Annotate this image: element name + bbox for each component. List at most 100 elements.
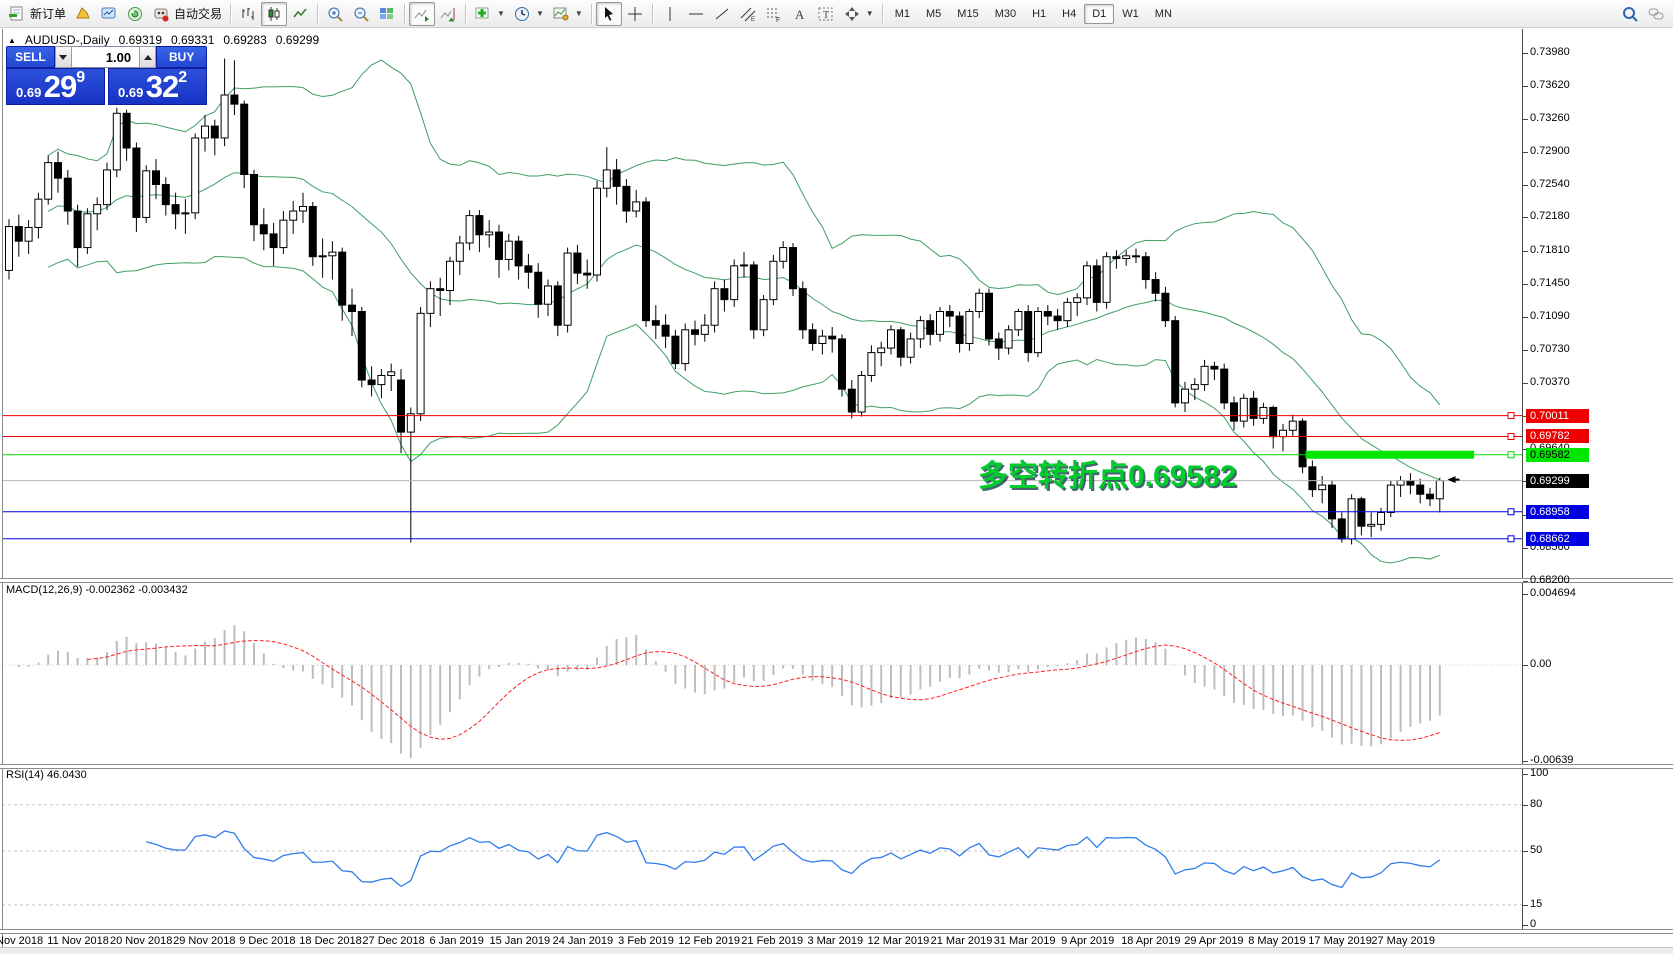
tick-mark <box>1523 284 1528 286</box>
price-axis[interactable]: 0.73980 0.73620 0.73260 0.72900 0.72540 0.721… <box>1523 0 1673 954</box>
periods-dropdown[interactable]: ▼ <box>509 2 548 26</box>
data-window-icon[interactable] <box>96 2 122 26</box>
chevron-down-icon: ▼ <box>497 9 505 18</box>
new-order-label: 新订单 <box>30 7 67 21</box>
arrows-dropdown[interactable]: ▼ <box>839 2 878 26</box>
buy-price-pip: 2 <box>178 68 188 86</box>
crosshair-icon <box>627 6 642 21</box>
price-tick: 0.73620 <box>1530 78 1570 91</box>
timeframe-w1[interactable]: W1 <box>1114 4 1147 24</box>
toolbar-separator <box>317 3 319 24</box>
sell-button[interactable]: SELL <box>6 46 55 68</box>
bar-chart-icon[interactable] <box>235 2 261 26</box>
text-label-icon: T <box>818 7 833 21</box>
symbol-period-label: AUDUSD-,Daily <box>24 33 110 47</box>
price-tick: 0.71450 <box>1530 277 1570 290</box>
chevron-down-icon: ▼ <box>535 9 544 18</box>
autotrading-button[interactable]: 自动交易 <box>148 2 226 26</box>
volume-decrease-button[interactable] <box>54 46 73 68</box>
chart-canvas[interactable] <box>0 0 1673 954</box>
symbol-header: ▲ AUDUSD-,Daily 0.69319 0.69331 0.69283 … <box>8 33 319 47</box>
tick-mark <box>1523 774 1528 775</box>
timeframe-m1[interactable]: M1 <box>887 4 918 24</box>
buy-price-button[interactable]: 0.69 32 2 <box>108 68 207 105</box>
toolbar: 新订单 自动交易 ▼ ▼ ▼ E F A T ▼ M1 M5 M15 M30 H… <box>0 0 1673 28</box>
price-tick: 0.72900 <box>1530 144 1570 157</box>
price-tick: 0.72180 <box>1530 210 1570 223</box>
toolbar-separator <box>881 3 883 24</box>
chat-icon[interactable] <box>1643 2 1669 26</box>
timeframe-m5[interactable]: M5 <box>918 4 949 24</box>
horizontal-line-tool[interactable] <box>683 2 709 26</box>
buy-button[interactable]: BUY <box>156 46 207 68</box>
svg-text:T: T <box>823 10 829 21</box>
collapse-panel-icon[interactable]: ▲ <box>8 36 16 45</box>
timeframe-m15[interactable]: M15 <box>949 4 986 24</box>
timeframe-m30[interactable]: M30 <box>987 4 1024 24</box>
channel-icon: E <box>740 7 756 23</box>
buy-price-main: 32 <box>145 69 179 104</box>
price-tag: 0.68662 <box>1526 531 1589 546</box>
chevron-down-icon: ▼ <box>865 9 874 18</box>
pane-divider-macd[interactable] <box>0 578 1673 583</box>
svg-text:E: E <box>751 17 755 23</box>
fibonacci-tool[interactable]: F <box>761 2 787 26</box>
toolbar-separator <box>651 3 653 24</box>
cursor-tool[interactable] <box>595 1 622 26</box>
price-tag: 0.69782 <box>1526 429 1589 444</box>
crosshair-tool[interactable] <box>622 2 648 26</box>
text-icon: A <box>795 7 805 22</box>
tick-mark <box>1523 349 1528 351</box>
price-tick: 0.72540 <box>1530 177 1570 190</box>
indicators-dropdown[interactable]: ▼ <box>470 2 509 26</box>
timeframe-d1[interactable]: D1 <box>1084 3 1115 24</box>
price-tick: 0.68200 <box>1530 574 1570 586</box>
search-icon[interactable] <box>1617 2 1643 26</box>
tile-windows-icon[interactable] <box>374 2 400 26</box>
open-value: 0.69319 <box>118 33 162 47</box>
fibonacci-icon: F <box>766 8 780 23</box>
trendline-tool[interactable] <box>709 2 735 26</box>
timeframe-mn[interactable]: MN <box>1147 4 1180 24</box>
line-chart-icon[interactable] <box>287 2 313 26</box>
new-chart-icon[interactable] <box>70 2 96 26</box>
macd-tick: 0.004694 <box>1530 587 1576 600</box>
horizontal-line-icon <box>688 13 703 14</box>
high-value: 0.69331 <box>171 33 215 47</box>
clock-icon <box>514 6 529 21</box>
price-tag: 0.69582 <box>1526 447 1589 462</box>
text-label-tool[interactable]: T <box>813 2 839 26</box>
chart-frame-left <box>2 29 3 947</box>
macd-tick: -0.00639 <box>1530 754 1574 767</box>
sell-price-button[interactable]: 0.69 29 9 <box>6 68 105 105</box>
indicators-icon <box>475 7 489 18</box>
zoom-in-icon[interactable] <box>322 2 348 26</box>
vertical-line-tool[interactable] <box>657 2 683 26</box>
toolbar-separator <box>230 3 232 24</box>
autotrading-label: 自动交易 <box>174 7 223 21</box>
zoom-out-icon[interactable] <box>348 2 374 26</box>
text-tool[interactable]: A <box>787 2 813 26</box>
auto-scroll-icon[interactable] <box>409 1 436 26</box>
tick-mark <box>1523 217 1528 219</box>
rsi-tick: 80 <box>1530 798 1543 810</box>
timeframe-h4[interactable]: H4 <box>1054 4 1084 24</box>
signals-icon[interactable] <box>122 2 148 26</box>
chart-text-object[interactable]: 多空转折点0.69582 <box>978 451 1236 495</box>
volume-increase-button[interactable] <box>139 46 157 68</box>
one-click-trading-panel: SELL BUY 0.69 29 9 0.69 32 2 <box>6 46 207 105</box>
tick-mark <box>1523 53 1528 54</box>
equidistant-channel-tool[interactable]: E <box>735 2 761 26</box>
macd-label: MACD(12,26,9) -0.002362 -0.003432 <box>6 584 188 596</box>
tick-mark <box>1523 184 1528 186</box>
timeframe-h1[interactable]: H1 <box>1024 4 1054 24</box>
close-value: 0.69299 <box>275 33 320 47</box>
templates-dropdown[interactable]: ▼ <box>548 2 587 26</box>
candlestick-chart-icon[interactable] <box>261 1 288 26</box>
volume-input[interactable] <box>72 46 140 68</box>
pane-divider-rsi[interactable] <box>0 764 1673 769</box>
new-order-button[interactable]: 新订单 <box>4 2 70 26</box>
price-tag: 0.70011 <box>1526 408 1589 423</box>
svg-text:A: A <box>795 7 805 22</box>
chart-shift-icon[interactable] <box>435 2 461 26</box>
